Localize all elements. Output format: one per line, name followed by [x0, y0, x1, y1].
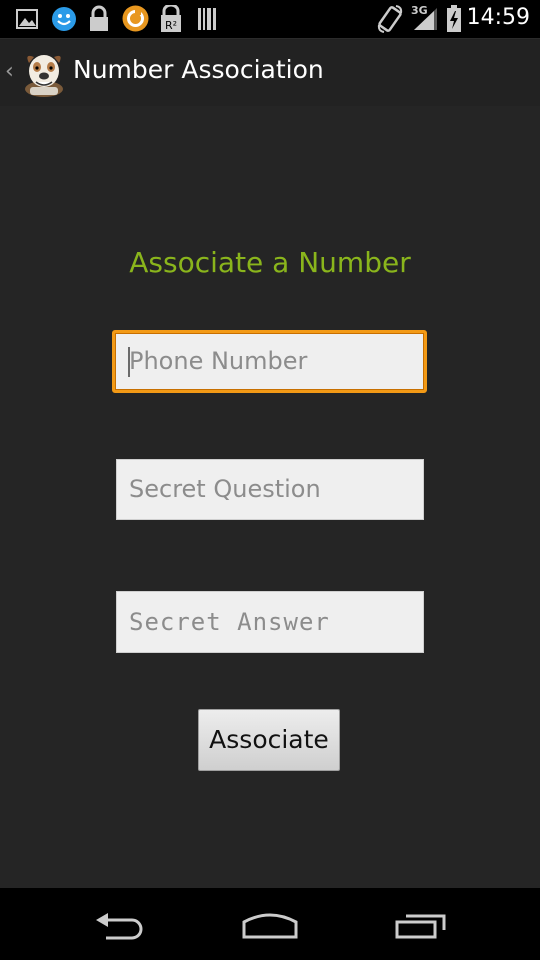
main-content: Associate a Number Phone Number Secret Q… — [0, 106, 540, 888]
status-bar: R² 3G 14:59 — [0, 0, 540, 38]
action-bar: ‹ Number Association — [0, 38, 540, 107]
sync-icon — [122, 5, 149, 32]
associate-button[interactable]: Associate — [198, 709, 340, 771]
home-icon[interactable] — [241, 910, 299, 940]
secret-question-input[interactable]: Secret Question — [116, 459, 424, 520]
navigation-bar — [0, 888, 540, 960]
secret-answer-placeholder: Secret Answer — [129, 608, 330, 636]
image-icon — [16, 9, 38, 29]
bulldog-app-icon — [25, 55, 63, 97]
status-time: 14:59 — [466, 5, 530, 30]
rotate-icon — [377, 5, 403, 33]
chevron-left-icon: ‹ — [5, 59, 14, 84]
secret-question-placeholder: Secret Question — [129, 475, 321, 503]
back-icon[interactable] — [92, 910, 148, 942]
up-navigation[interactable]: ‹ — [0, 39, 68, 107]
r2-icon: R² — [161, 5, 181, 32]
battery-icon — [447, 5, 461, 32]
lock-icon — [90, 5, 108, 31]
barcode-icon — [198, 8, 216, 30]
smiley-icon — [52, 7, 76, 31]
phone-number-placeholder: Phone Number — [129, 347, 308, 375]
secret-answer-input[interactable]: Secret Answer — [116, 591, 424, 653]
app-title: Number Association — [73, 55, 324, 84]
signal-icon — [414, 8, 437, 30]
phone-number-input[interactable]: Phone Number — [112, 330, 427, 393]
recents-icon[interactable] — [394, 910, 450, 940]
page-title: Associate a Number — [129, 246, 411, 279]
svg-text:R²: R² — [165, 19, 177, 32]
